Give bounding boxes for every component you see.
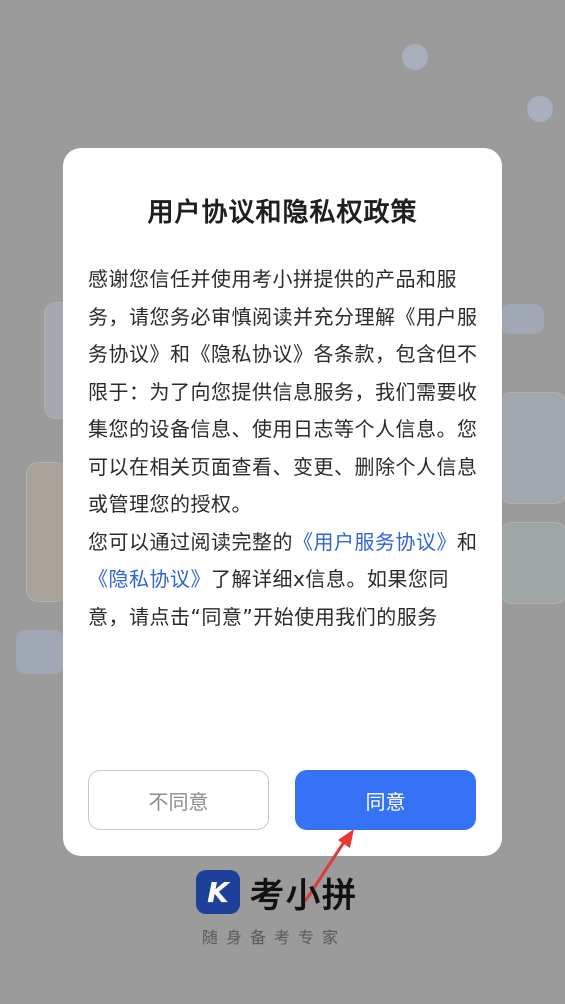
background-card: [500, 522, 565, 604]
background-card: [26, 462, 68, 602]
background-decoration: [402, 44, 428, 70]
policy-text: 和: [457, 529, 478, 554]
app-logo-icon: K: [196, 870, 240, 914]
agree-button[interactable]: 同意: [295, 770, 476, 830]
policy-text: 您可以通过阅读完整的: [88, 529, 293, 554]
policy-paragraph-links: 您可以通过阅读完整的《用户服务协议》和《隐私协议》了解详细x信息。如果您同意，请…: [88, 524, 480, 637]
background-decoration: [527, 96, 553, 122]
privacy-policy-dialog: 用户协议和隐私权政策 感谢您信任并使用考小拼提供的产品和服务，请您务必审慎阅读并…: [63, 148, 502, 856]
background-pill: [16, 630, 64, 674]
background-pill: [500, 304, 544, 334]
disagree-button[interactable]: 不同意: [88, 770, 269, 830]
app-name: 考小拼: [250, 876, 358, 916]
policy-paragraph: 感谢您信任并使用考小拼提供的产品和服务，请您务必审慎阅读并充分理解《用户服务协议…: [88, 267, 478, 516]
user-agreement-link[interactable]: 《用户服务协议》: [293, 530, 457, 554]
dialog-title: 用户协议和隐私权政策: [147, 198, 418, 228]
background-card: [500, 392, 565, 504]
app-slogan: 随身备考专家: [202, 928, 347, 947]
privacy-agreement-link[interactable]: 《隐私协议》: [88, 567, 211, 591]
dialog-body: 感谢您信任并使用考小拼提供的产品和服务，请您务必审慎阅读并充分理解《用户服务协议…: [88, 261, 480, 636]
brand-footer: K 考小拼 随身备考专家: [196, 866, 376, 956]
